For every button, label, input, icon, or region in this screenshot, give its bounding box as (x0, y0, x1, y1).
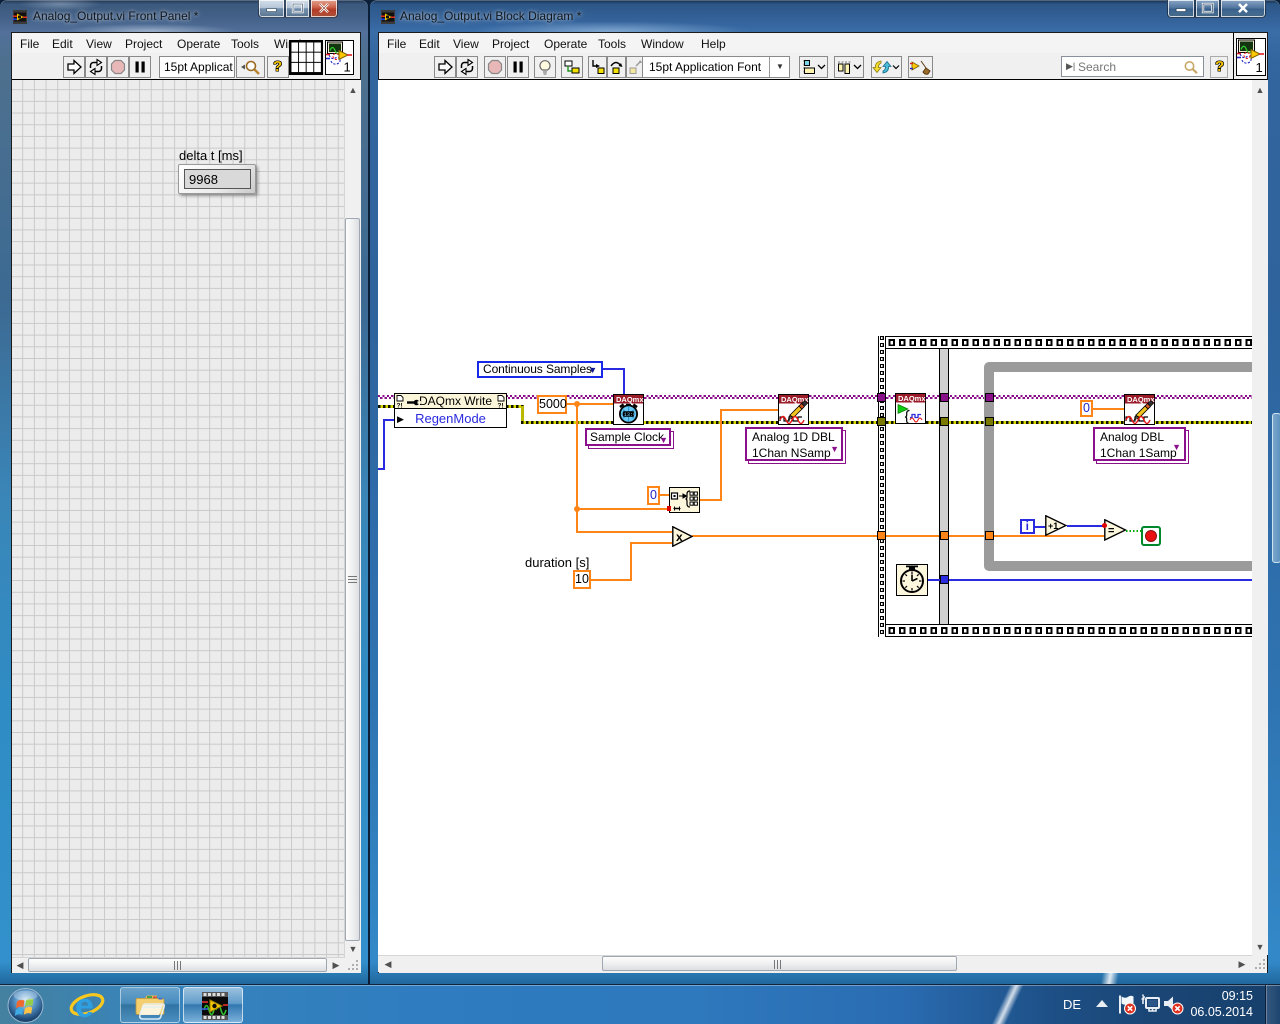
svg-text:DAQmx: DAQmx (616, 395, 644, 404)
svg-text:1: 1 (1256, 60, 1263, 74)
svg-text:x: x (676, 530, 683, 544)
svg-text:?!: ?! (498, 402, 504, 408)
svg-text:13:0: 13:0 (624, 412, 636, 418)
svg-text:1: 1 (344, 60, 351, 74)
svg-text:DAQmx: DAQmx (898, 394, 926, 403)
svg-text:+1: +1 (1048, 521, 1058, 531)
svg-text:?!: ?! (397, 402, 403, 408)
svg-text:e: e (75, 991, 94, 1021)
svg-text:=: = (1108, 525, 1114, 537)
